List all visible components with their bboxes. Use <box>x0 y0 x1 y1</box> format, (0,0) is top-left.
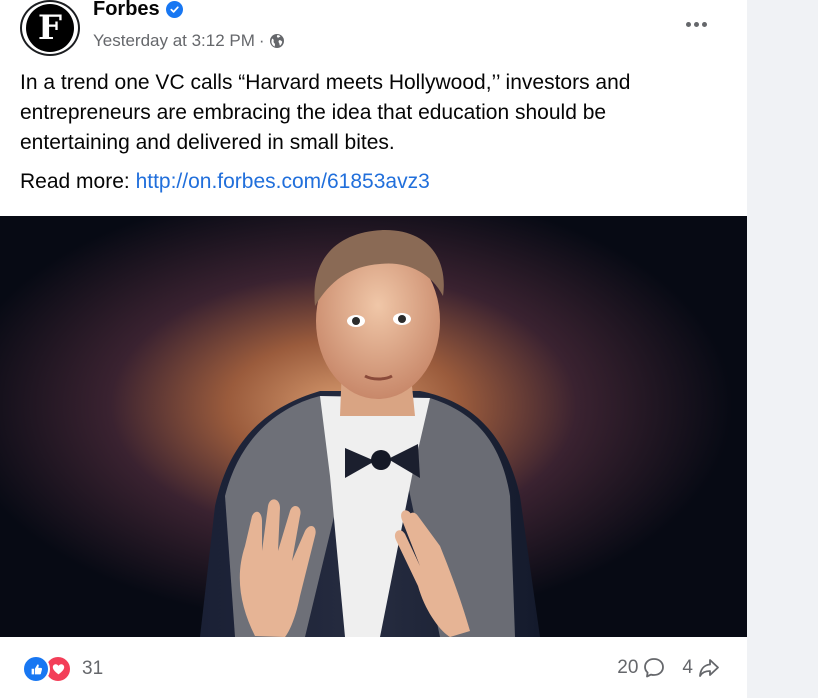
more-dot-icon <box>701 21 707 27</box>
globe-icon[interactable] <box>269 33 285 49</box>
avatar-logo: F <box>26 4 74 52</box>
comment-count: 20 <box>617 657 639 678</box>
more-dot-icon <box>693 21 699 27</box>
more-options-button[interactable] <box>676 10 716 38</box>
portrait-image <box>0 216 747 637</box>
page-name[interactable]: Forbes <box>93 0 160 21</box>
share-count: 4 <box>682 657 693 678</box>
engagement-stats: 20 4 <box>617 656 721 680</box>
avatar[interactable]: F <box>20 0 80 56</box>
like-reaction-icon <box>22 655 50 683</box>
more-dot-icon <box>685 21 691 27</box>
post-photo[interactable] <box>0 216 747 637</box>
comments-count-button[interactable]: 20 <box>617 656 666 680</box>
page-name-row: Forbes <box>93 0 183 21</box>
reactions-summary[interactable]: 31 <box>22 655 103 683</box>
share-icon <box>699 659 719 677</box>
post-footer: 31 20 4 <box>0 642 747 698</box>
reaction-count: 31 <box>82 658 104 679</box>
right-sidebar <box>747 0 818 698</box>
post-link[interactable]: http://on.forbes.com/61853avz3 <box>136 170 430 193</box>
post-timestamp[interactable]: Yesterday at 3:12 PM <box>93 31 255 51</box>
post-card: F Forbes Yesterday at 3:12 PM · In a tre… <box>0 0 747 698</box>
comment-icon <box>644 658 665 678</box>
post-text: In a trend one VC calls “Harvard meets H… <box>20 71 631 154</box>
meta-separator: · <box>258 31 265 50</box>
verified-badge-icon <box>165 1 183 18</box>
read-more-row: Read more: http://on.forbes.com/61853avz… <box>20 170 430 194</box>
post-meta: Yesterday at 3:12 PM · <box>93 31 285 51</box>
read-more-label: Read more: <box>20 170 136 193</box>
shares-count-button[interactable]: 4 <box>682 656 721 680</box>
